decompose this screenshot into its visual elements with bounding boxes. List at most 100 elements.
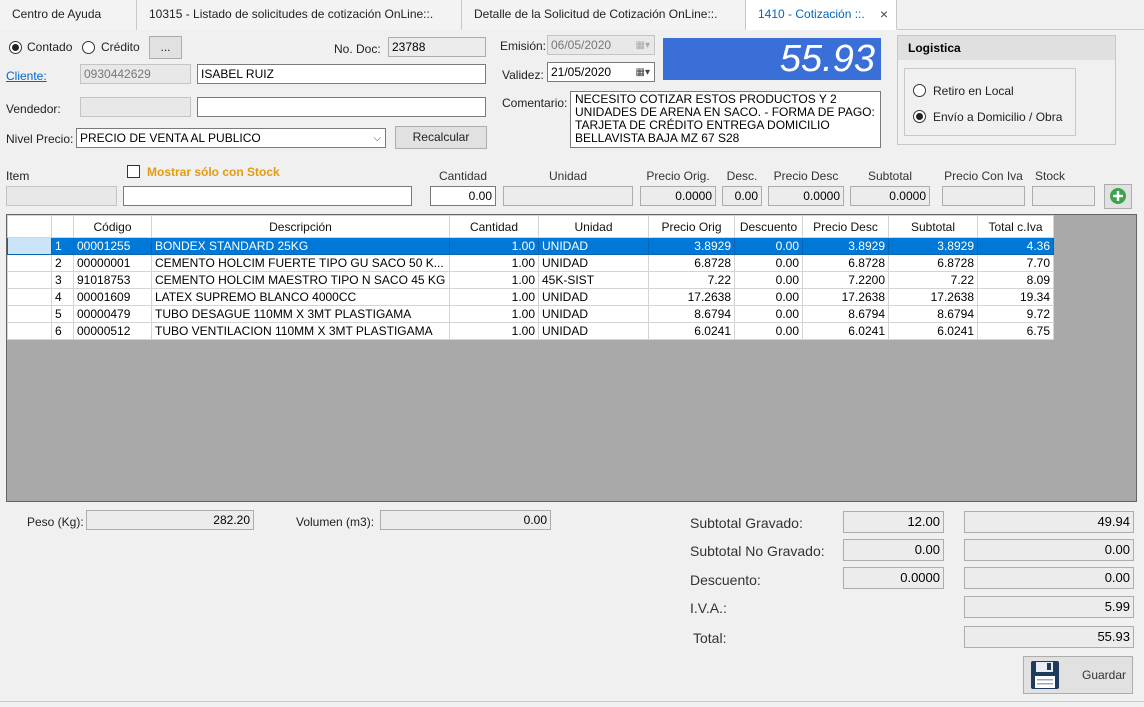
table-cell[interactable]: 3.8929 xyxy=(888,237,978,255)
item-code-field[interactable] xyxy=(6,186,117,206)
tab-detalle-solicitud[interactable]: Detalle de la Solicitud de Cotización On… xyxy=(462,0,746,30)
table-cell[interactable]: 9.72 xyxy=(977,305,1054,323)
validez-date-picker[interactable]: 21/05/2020 ▦▾ xyxy=(547,62,655,82)
stock-field[interactable] xyxy=(1032,186,1095,206)
table-cell[interactable]: 6.8728 xyxy=(888,254,978,272)
table-cell[interactable]: CEMENTO HOLCIM MAESTRO TIPO N SACO 45 KG xyxy=(151,271,450,289)
table-cell[interactable]: 6.0241 xyxy=(802,322,889,340)
volumen-field[interactable]: 0.00 xyxy=(380,510,551,530)
table-cell[interactable]: 0.00 xyxy=(734,288,803,306)
table-cell[interactable]: UNIDAD xyxy=(538,322,649,340)
comentario-textarea[interactable]: NECESITO COTIZAR ESTOS PRODUCTOS Y 2 UNI… xyxy=(570,91,881,148)
table-cell[interactable]: 7.2200 xyxy=(802,271,889,289)
table-cell[interactable]: 7.70 xyxy=(977,254,1054,272)
table-cell[interactable]: 7.22 xyxy=(648,271,735,289)
table-cell[interactable]: 17.2638 xyxy=(802,288,889,306)
nivel-precio-select[interactable]: PRECIO DE VENTA AL PUBLICO ⌵ xyxy=(76,128,386,148)
table-cell[interactable]: 19.34 xyxy=(977,288,1054,306)
row-header-cell[interactable] xyxy=(7,237,52,255)
guardar-button[interactable]: Guardar xyxy=(1023,656,1133,694)
table-cell[interactable]: 1.00 xyxy=(449,254,539,272)
table-row[interactable]: 6 00000512 TUBO VENTILACION 110MM X 3MT PL… xyxy=(7,322,1054,340)
col-subtotal[interactable]: Subtotal xyxy=(888,215,978,238)
table-cell[interactable]: 91018753 xyxy=(73,271,152,289)
table-cell[interactable]: 45K-SIST xyxy=(538,271,649,289)
table-cell[interactable]: 0.00 xyxy=(734,322,803,340)
table-cell[interactable]: 8.6794 xyxy=(888,305,978,323)
descuento-field[interactable]: 0.00 xyxy=(964,567,1134,589)
tab-cotizacion[interactable]: 1410 - Cotización ::. × xyxy=(746,0,897,30)
col-descuento[interactable]: Descuento xyxy=(734,215,803,238)
table-cell[interactable]: TUBO VENTILACION 110MM X 3MT PLASTIGAMA xyxy=(151,322,450,340)
table-cell[interactable]: 8.09 xyxy=(977,271,1054,289)
row-header-cell[interactable] xyxy=(7,288,52,306)
table-cell[interactable]: BONDEX STANDARD 25KG xyxy=(151,237,450,255)
precio-con-iva-field[interactable] xyxy=(942,186,1025,206)
iva-field[interactable]: 5.99 xyxy=(964,596,1134,618)
subtotal-no-gravado-field[interactable]: 0.00 xyxy=(964,539,1134,561)
vendedor-name-field[interactable] xyxy=(197,97,486,117)
envio-radio[interactable] xyxy=(913,110,926,123)
add-item-button[interactable] xyxy=(1104,184,1132,209)
subtotal-gravado-base[interactable]: 12.00 xyxy=(843,511,944,533)
table-cell[interactable]: 3.8929 xyxy=(648,237,735,255)
table-cell[interactable]: 00001255 xyxy=(73,237,152,255)
tab-listado-solicitudes[interactable]: 10315 - Listado de solicitudes de cotiza… xyxy=(137,0,462,30)
table-cell[interactable]: 4.36 xyxy=(977,237,1054,255)
table-cell[interactable]: CEMENTO HOLCIM FUERTE TIPO GU SACO 50 K.… xyxy=(151,254,450,272)
col-codigo[interactable]: Código xyxy=(73,215,152,238)
table-cell[interactable]: 3.8929 xyxy=(802,237,889,255)
vendedor-id-field[interactable] xyxy=(80,97,191,117)
item-description-field[interactable] xyxy=(123,186,412,206)
table-cell[interactable]: 00001609 xyxy=(73,288,152,306)
table-cell[interactable]: UNIDAD xyxy=(538,305,649,323)
precio-orig-field[interactable]: 0.0000 xyxy=(640,186,716,206)
unidad-field[interactable] xyxy=(503,186,633,206)
table-cell[interactable]: 17.2638 xyxy=(888,288,978,306)
table-row[interactable]: 3 91018753 CEMENTO HOLCIM MAESTRO TIPO N S… xyxy=(7,271,1054,289)
table-cell[interactable]: 6 xyxy=(51,322,74,340)
table-row[interactable]: 2 00000001 CEMENTO HOLCIM FUERTE TIPO GU S… xyxy=(7,254,1054,272)
table-cell[interactable]: TUBO DESAGUE 110MM X 3MT PLASTIGAMA xyxy=(151,305,450,323)
mostrar-stock-checkbox[interactable] xyxy=(127,165,140,178)
table-cell[interactable]: 8.6794 xyxy=(648,305,735,323)
table-cell[interactable]: 00000479 xyxy=(73,305,152,323)
table-cell[interactable]: 0.00 xyxy=(734,271,803,289)
table-cell[interactable]: 2 xyxy=(51,254,74,272)
row-header-cell[interactable] xyxy=(7,322,52,340)
subtotal-field[interactable]: 0.0000 xyxy=(850,186,930,206)
table-cell[interactable]: 4 xyxy=(51,288,74,306)
table-cell[interactable]: 00000512 xyxy=(73,322,152,340)
table-cell[interactable]: 6.0241 xyxy=(888,322,978,340)
subtotal-no-gravado-base[interactable]: 0.00 xyxy=(843,539,944,561)
table-cell[interactable]: 0.00 xyxy=(734,254,803,272)
contado-radio[interactable] xyxy=(9,41,22,54)
cantidad-field[interactable]: 0.00 xyxy=(430,186,496,206)
table-cell[interactable]: 6.8728 xyxy=(802,254,889,272)
credito-radio[interactable] xyxy=(82,41,95,54)
table-cell[interactable]: 5 xyxy=(51,305,74,323)
credit-options-button[interactable]: ... xyxy=(149,36,182,59)
table-row[interactable]: 5 00000479 TUBO DESAGUE 110MM X 3MT PLASTI… xyxy=(7,305,1054,323)
table-cell[interactable]: 6.0241 xyxy=(648,322,735,340)
table-cell[interactable]: 1.00 xyxy=(449,271,539,289)
row-header-cell[interactable] xyxy=(7,271,52,289)
no-doc-field[interactable]: 23788 xyxy=(388,37,486,57)
table-cell[interactable]: 1.00 xyxy=(449,305,539,323)
table-row[interactable]: 4 00001609 LATEX SUPREMO BLANCO 4000CC 1.00… xyxy=(7,288,1054,306)
col-cantidad[interactable]: Cantidad xyxy=(449,215,539,238)
tab-centro-ayuda[interactable]: Centro de Ayuda xyxy=(0,0,137,30)
table-row[interactable]: 1 00001255 BONDEX STANDARD 25KG 1.00 UNIDAD 3… xyxy=(7,237,1054,255)
table-cell[interactable]: UNIDAD xyxy=(538,237,649,255)
row-header-cell[interactable] xyxy=(7,305,52,323)
table-cell[interactable]: 7.22 xyxy=(888,271,978,289)
peso-field[interactable]: 282.20 xyxy=(86,510,254,530)
table-cell[interactable]: 1 xyxy=(51,237,74,255)
col-precio-orig[interactable]: Precio Orig xyxy=(648,215,735,238)
recalcular-button[interactable]: Recalcular xyxy=(395,126,487,149)
subtotal-gravado-field[interactable]: 49.94 xyxy=(964,511,1134,533)
table-cell[interactable]: 0.00 xyxy=(734,237,803,255)
col-precio-desc[interactable]: Precio Desc xyxy=(802,215,889,238)
table-cell[interactable]: UNIDAD xyxy=(538,254,649,272)
table-cell[interactable]: 6.75 xyxy=(977,322,1054,340)
